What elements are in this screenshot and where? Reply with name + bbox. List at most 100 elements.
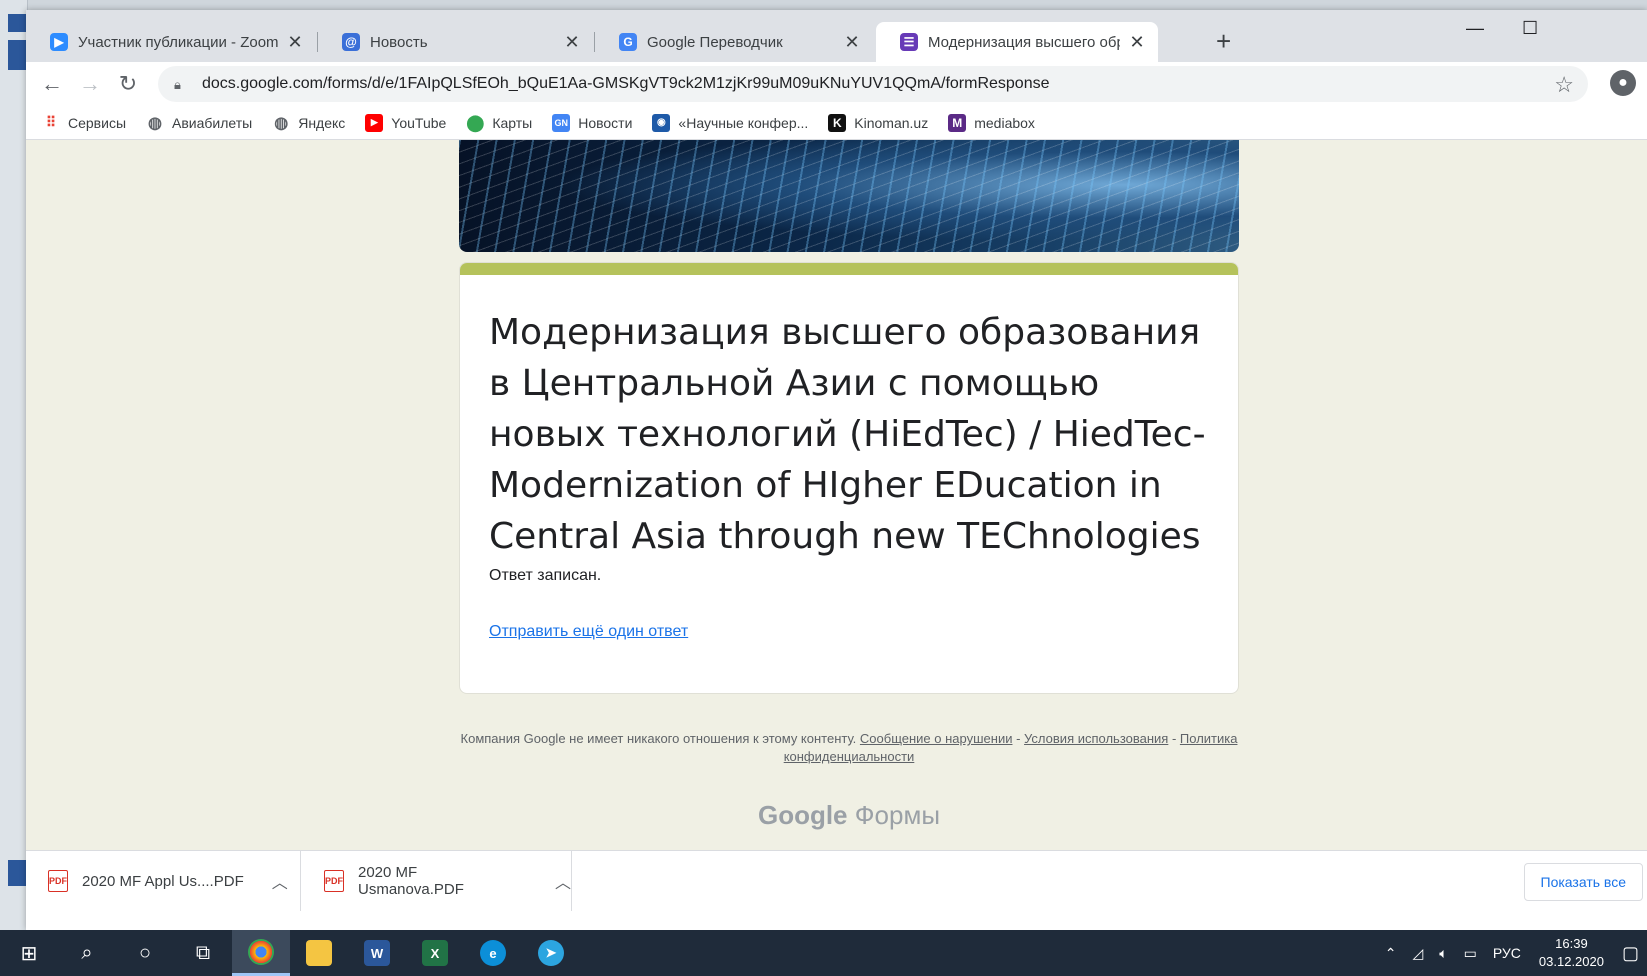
bookmarks-bar: ⠿ Сервисы ◍ Авиабилеты ◍ Яндекс ▶ YouTub… — [26, 106, 1647, 140]
chevron-up-icon[interactable]: ⌃ — [1385, 945, 1397, 962]
minimize-button[interactable]: — — [1466, 18, 1484, 39]
close-icon[interactable]: ✕ — [563, 32, 581, 53]
clock-date: 03.12.2020 — [1538, 954, 1604, 969]
battery-icon[interactable]: ▭ — [1464, 945, 1477, 962]
downloads-shelf: PDF 2020 MF Appl Us....PDF ︿ PDF 2020 MF… — [26, 850, 1647, 930]
form-header-image — [459, 140, 1239, 252]
lock-icon: 🔒︎ — [174, 77, 181, 92]
site-icon: ◉ — [652, 113, 671, 132]
mail-at-icon: @ — [342, 33, 360, 51]
task-view-icon[interactable]: ⧉ — [174, 930, 232, 976]
google-forms-logo[interactable]: Google Формы — [459, 800, 1239, 831]
bookmark-mediabox[interactable]: M mediabox — [948, 113, 1035, 132]
close-icon[interactable]: ✕ — [843, 32, 861, 53]
chevron-up-icon[interactable]: ︿ — [555, 869, 571, 893]
folder-icon — [306, 940, 332, 966]
reload-icon[interactable]: ↻ — [114, 70, 142, 98]
taskbar-chrome[interactable] — [232, 930, 290, 976]
show-all-downloads-button[interactable]: Показать все — [1523, 863, 1643, 901]
taskbar-excel[interactable]: X — [406, 930, 464, 976]
bookmark-maps[interactable]: ⬤ Карты — [466, 114, 532, 132]
bookmark-aviabilety[interactable]: ◍ Авиабилеты — [146, 114, 252, 132]
profile-avatar-icon[interactable]: ● — [1610, 70, 1636, 96]
close-icon[interactable]: ✕ — [286, 32, 304, 53]
forms-wordmark: Формы — [854, 800, 941, 830]
address-url: docs.google.com/forms/d/e/1FAIpQLSfEOh_b… — [202, 75, 1050, 92]
bookmark-kinoman[interactable]: K Kinoman.uz — [828, 113, 929, 132]
form-accent-bar — [460, 263, 1238, 275]
background-window-edge — [0, 0, 28, 930]
pdf-file-icon: PDF — [48, 870, 68, 892]
page-viewport[interactable]: Модернизация высшего образования в Центр… — [26, 140, 1647, 850]
network-icon[interactable]: ◿ — [1412, 945, 1423, 962]
browser-window: ▶ Участник публикации - Zoom ✕ @ Новость… — [26, 10, 1647, 930]
system-tray: ⌃ ◿ 🔈︎ ▭ РУС 16:39 03.12.2020 ▢ — [1377, 930, 1647, 976]
zoom-icon: ▶ — [50, 33, 68, 51]
download-item[interactable]: PDF 2020 MF Appl Us....PDF ︿ — [26, 851, 301, 911]
bookmark-label: YouTube — [391, 114, 447, 131]
taskbar-telegram[interactable]: ➤ — [522, 930, 580, 976]
bookmark-label: Сервисы — [68, 114, 127, 131]
disclaimer-text: Компания Google не имеет никакого отноше… — [460, 731, 857, 746]
bookmark-label: «Научные конфер... — [678, 114, 809, 131]
translate-icon: G — [619, 33, 637, 51]
bookmark-label: Карты — [492, 114, 533, 131]
taskbar-explorer[interactable] — [290, 930, 348, 976]
footer-separator: - — [1012, 731, 1025, 746]
taskbar-edge[interactable]: e — [464, 930, 522, 976]
bookmark-label: Новости — [578, 114, 633, 131]
mediabox-icon: M — [948, 113, 967, 132]
tab-label: Модернизация высшего образо — [928, 33, 1120, 51]
tab-zoom[interactable]: ▶ Участник публикации - Zoom ✕ — [26, 22, 316, 62]
bookmark-star-icon[interactable]: ☆ — [1554, 72, 1574, 98]
language-indicator[interactable]: РУС — [1493, 945, 1521, 961]
footer-separator: - — [1168, 731, 1180, 746]
bookmark-news[interactable]: GN Новости — [552, 113, 633, 132]
download-filename: 2020 MF Appl Us....PDF — [82, 872, 244, 890]
download-item[interactable]: PDF 2020 MF Usmanova.PDF ︿ — [302, 851, 572, 911]
bookmark-yandex[interactable]: ◍ Яндекс — [272, 114, 345, 132]
bookmark-conferences[interactable]: ◉ «Научные конфер... — [652, 113, 809, 132]
globe-icon: ◍ — [274, 114, 289, 132]
cortana-icon[interactable]: ○ — [116, 930, 174, 976]
address-bar[interactable]: 🔒︎ docs.google.com/forms/d/e/1FAIpQLSfEO… — [158, 66, 1588, 102]
bookmark-label: Kinoman.uz — [854, 114, 929, 131]
background-block — [8, 14, 26, 32]
bookmark-services[interactable]: ⠿ Сервисы — [42, 114, 126, 132]
search-icon[interactable]: ⌕ — [58, 930, 116, 976]
chevron-up-icon[interactable]: ︿ — [272, 869, 288, 893]
back-arrow-icon[interactable]: ← — [38, 70, 66, 98]
bookmark-label: mediabox — [974, 114, 1035, 131]
youtube-icon: ▶ — [365, 113, 384, 132]
notifications-icon[interactable]: ▢ — [1622, 943, 1639, 964]
bookmark-youtube[interactable]: ▶ YouTube — [365, 113, 447, 132]
globe-icon: ◍ — [148, 114, 162, 132]
new-tab-button[interactable]: + — [1216, 26, 1231, 57]
response-recorded-text: Ответ записан. — [489, 567, 602, 584]
report-abuse-link[interactable]: Сообщение о нарушении — [860, 731, 1013, 746]
k-logo-icon: K — [828, 113, 847, 132]
clock[interactable]: 16:39 03.12.2020 — [1539, 935, 1604, 971]
chrome-icon — [248, 938, 274, 965]
close-icon[interactable]: ✕ — [1128, 32, 1146, 53]
google-wordmark: Google — [757, 800, 848, 830]
word-icon: W — [364, 940, 390, 966]
tab-label: Участник публикации - Zoom — [78, 33, 278, 51]
taskbar-word[interactable]: W — [348, 930, 406, 976]
tab-label: Новость — [370, 33, 428, 51]
maximize-button[interactable]: ☐ — [1522, 18, 1538, 39]
form-response-card: Модернизация высшего образования в Центр… — [459, 262, 1239, 694]
tab-label: Google Переводчик — [647, 33, 783, 51]
tab-news[interactable]: @ Новость ✕ — [318, 22, 593, 62]
terms-link[interactable]: Условия использования — [1024, 731, 1168, 746]
tab-google-form[interactable]: ☰ Модернизация высшего образо ✕ — [876, 22, 1158, 62]
tab-google-translate[interactable]: G Google Переводчик ✕ — [595, 22, 873, 62]
telegram-icon: ➤ — [538, 940, 564, 966]
windows-start-icon[interactable]: ⊞ — [0, 930, 58, 976]
excel-icon: X — [422, 940, 448, 966]
volume-icon[interactable]: 🔈︎ — [1439, 945, 1447, 962]
background-block — [8, 860, 26, 886]
submit-another-response-link[interactable]: Отправить ещё один ответ — [489, 623, 688, 641]
form-title: Модернизация высшего образования в Центр… — [489, 312, 1206, 557]
forward-arrow-icon[interactable]: → — [76, 70, 104, 98]
